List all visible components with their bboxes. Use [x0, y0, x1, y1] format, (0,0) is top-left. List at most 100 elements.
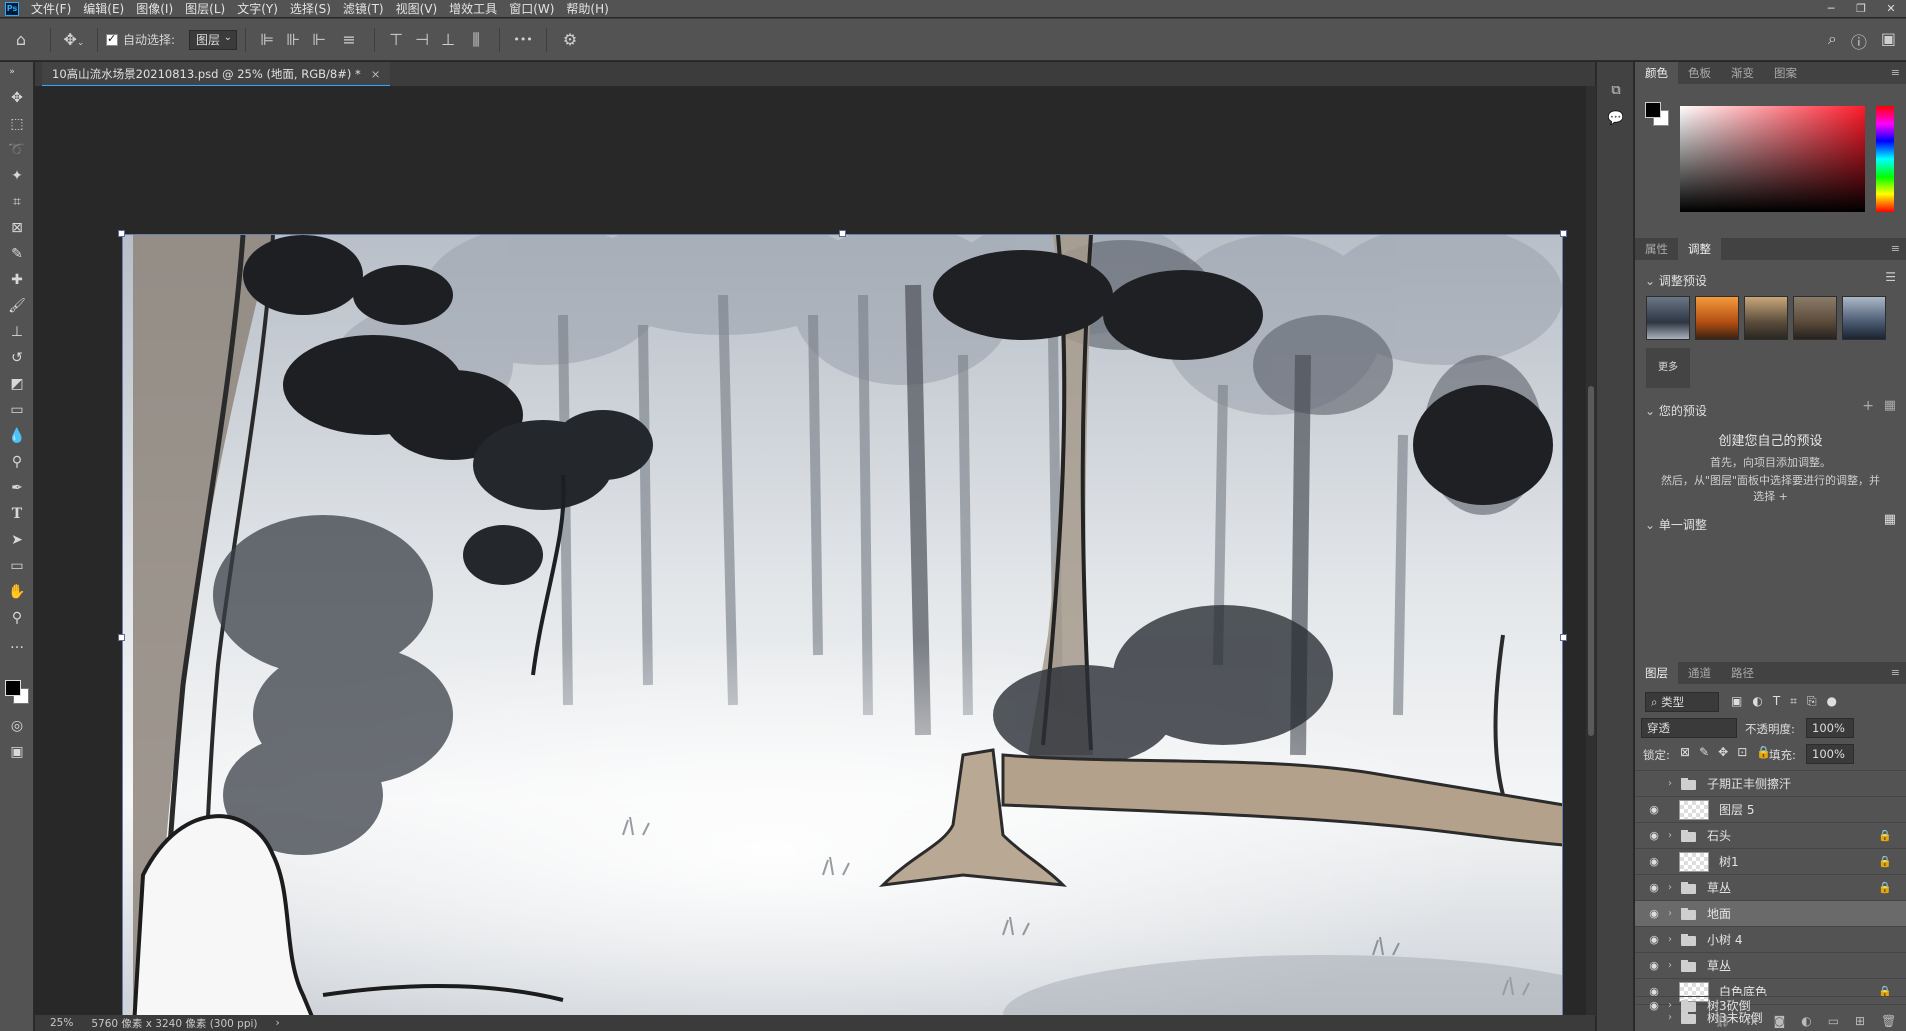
- magic-wand-icon[interactable]: ✦: [7, 166, 27, 186]
- lock-position-icon[interactable]: ✥: [1718, 745, 1728, 759]
- lock-pixels-icon[interactable]: ✎: [1699, 745, 1709, 759]
- close-tab-icon[interactable]: ×: [371, 67, 381, 81]
- align-left-icon[interactable]: ⊫: [254, 30, 280, 49]
- menu-plugins[interactable]: 增效工具: [443, 0, 503, 17]
- type-tool-icon[interactable]: T: [7, 504, 27, 524]
- distribute-vertical-icon[interactable]: ⫼: [461, 30, 491, 50]
- visibility-eye-icon[interactable]: ◉: [1645, 933, 1663, 946]
- blur-tool-icon[interactable]: 💧: [7, 426, 27, 446]
- hand-tool-icon[interactable]: ✋: [7, 582, 27, 602]
- menu-help[interactable]: 帮助(H): [560, 0, 614, 17]
- more-options-icon[interactable]: •••: [508, 33, 538, 46]
- tab-properties[interactable]: 属性: [1635, 238, 1678, 260]
- edit-toolbar-icon[interactable]: …: [7, 634, 27, 654]
- move-tool-icon[interactable]: ✥⌄: [59, 30, 89, 49]
- menu-window[interactable]: 窗口(W): [503, 0, 560, 17]
- shape-filter-icon[interactable]: ⌗: [1790, 694, 1797, 709]
- layer-row[interactable]: ◉ › 小树 4: [1635, 926, 1906, 952]
- expand-caret-icon[interactable]: ›: [1663, 882, 1677, 893]
- menu-type[interactable]: 文字(Y): [231, 0, 284, 17]
- presets-section-title[interactable]: 调整预设: [1645, 272, 1707, 289]
- history-brush-icon[interactable]: ↺: [7, 348, 27, 368]
- preset-thumbnail[interactable]: [1646, 296, 1690, 340]
- list-view-icon[interactable]: ☰: [1885, 270, 1896, 284]
- distribute-horizontal-icon[interactable]: ≡: [332, 30, 366, 49]
- menu-view[interactable]: 视图(V): [390, 0, 444, 17]
- blend-mode-dropdown[interactable]: 穿透: [1641, 718, 1737, 738]
- visibility-eye-icon[interactable]: ◉: [1645, 959, 1663, 972]
- lock-artboard-icon[interactable]: ⊡: [1737, 745, 1747, 759]
- status-menu-arrow[interactable]: ›: [276, 1017, 280, 1029]
- lasso-tool-icon[interactable]: ➰: [7, 140, 27, 160]
- layer-filter-dropdown[interactable]: ⌕ 类型: [1645, 692, 1719, 712]
- marquee-tool-icon[interactable]: ⬚: [7, 114, 27, 134]
- frame-tool-icon[interactable]: ⊠: [7, 218, 27, 238]
- transform-handle-top-left[interactable]: [118, 230, 125, 237]
- new-layer-icon[interactable]: ⊞: [1855, 1014, 1865, 1028]
- brush-tool-icon[interactable]: 🖌: [7, 296, 27, 316]
- pen-tool-icon[interactable]: ✒: [7, 478, 27, 498]
- more-presets-button[interactable]: 更多: [1646, 348, 1690, 388]
- new-group-icon[interactable]: ▭: [1828, 1014, 1839, 1028]
- zoom-level[interactable]: 25%: [50, 1017, 73, 1029]
- search-icon[interactable]: ⌕: [1828, 29, 1837, 53]
- scrollbar-thumb[interactable]: [1588, 386, 1594, 736]
- healing-brush-icon[interactable]: ✚: [7, 270, 27, 290]
- document-tab[interactable]: 10高山流水场景20210813.psd @ 25% (地面, RGB/8#) …: [42, 62, 391, 86]
- layer-row[interactable]: ◉ 图层 5: [1635, 796, 1906, 822]
- tab-paths[interactable]: 路径: [1721, 662, 1764, 684]
- single-adjustments-title[interactable]: 单一调整: [1645, 516, 1707, 533]
- layer-row[interactable]: ◉ › 石头 🔒: [1635, 822, 1906, 848]
- quick-mask-icon[interactable]: ◎: [7, 716, 27, 736]
- filter-toggle-icon[interactable]: ●: [1827, 694, 1837, 709]
- align-middle-icon[interactable]: ⊣: [409, 30, 435, 49]
- transform-handle-top-center[interactable]: [839, 230, 846, 237]
- crop-tool-icon[interactable]: ⌗: [7, 192, 27, 212]
- menu-file[interactable]: 文件(F): [25, 0, 77, 17]
- stamp-tool-icon[interactable]: ⊥: [7, 322, 27, 342]
- menu-filter[interactable]: 滤镜(T): [337, 0, 390, 17]
- menu-layer[interactable]: 图层(L): [179, 0, 231, 17]
- tab-patterns[interactable]: 图案: [1764, 62, 1807, 84]
- align-right-icon[interactable]: ⊩: [306, 30, 332, 49]
- transform-handle-top-right[interactable]: [1560, 230, 1567, 237]
- visibility-eye-icon[interactable]: ◉: [1645, 999, 1663, 1012]
- lock-transparency-icon[interactable]: ⊠: [1680, 745, 1690, 759]
- preset-thumbnail[interactable]: [1842, 296, 1886, 340]
- tab-swatches[interactable]: 色板: [1678, 62, 1721, 84]
- transform-handle-middle-right[interactable]: [1560, 634, 1567, 641]
- transform-handle-middle-left[interactable]: [118, 634, 125, 641]
- adjustment-filter-icon[interactable]: ◐: [1752, 694, 1762, 709]
- menu-image[interactable]: 图像(I): [130, 0, 179, 17]
- preset-thumbnail[interactable]: [1793, 296, 1837, 340]
- menu-edit[interactable]: 编辑(E): [77, 0, 130, 17]
- canvas-area[interactable]: [35, 86, 1585, 1031]
- smart-object-filter-icon[interactable]: ⎘: [1807, 694, 1817, 709]
- gradient-tool-icon[interactable]: ▭: [7, 400, 27, 420]
- auto-select-checkbox[interactable]: [106, 32, 118, 46]
- expand-caret-icon[interactable]: ›: [1663, 960, 1677, 971]
- history-panel-icon[interactable]: ⧉: [1607, 82, 1625, 100]
- add-mask-icon[interactable]: ◙: [1774, 1014, 1786, 1028]
- fill-input[interactable]: 100%: [1806, 744, 1854, 764]
- expand-caret-icon[interactable]: ›: [1663, 908, 1677, 919]
- hue-slider[interactable]: [1876, 106, 1894, 212]
- foreground-swatch[interactable]: [1645, 102, 1661, 118]
- new-adjustment-icon[interactable]: ◐: [1801, 1014, 1811, 1028]
- panel-menu-icon[interactable]: ≡: [1891, 242, 1900, 255]
- comments-panel-icon[interactable]: 💬: [1607, 110, 1625, 128]
- grid-view-icon[interactable]: ▦: [1884, 398, 1896, 413]
- screen-mode-icon[interactable]: ▣: [7, 742, 27, 762]
- foreground-color-swatch[interactable]: [5, 680, 21, 696]
- add-preset-icon[interactable]: +: [1862, 398, 1874, 414]
- document-canvas[interactable]: [122, 234, 1563, 1031]
- visibility-eye-icon[interactable]: ◉: [1645, 881, 1663, 894]
- expand-caret-icon[interactable]: ›: [1663, 778, 1677, 789]
- layer-row[interactable]: ◉ › 草丛: [1635, 952, 1906, 978]
- help-icon[interactable]: ⓘ: [1851, 29, 1867, 53]
- fx-icon[interactable]: fx: [1746, 1014, 1757, 1028]
- type-filter-icon[interactable]: T: [1773, 694, 1780, 709]
- layer-row-selected[interactable]: ◉ › 地面: [1635, 900, 1906, 926]
- menu-select[interactable]: 选择(S): [284, 0, 337, 17]
- eyedropper-icon[interactable]: ✎: [7, 244, 27, 264]
